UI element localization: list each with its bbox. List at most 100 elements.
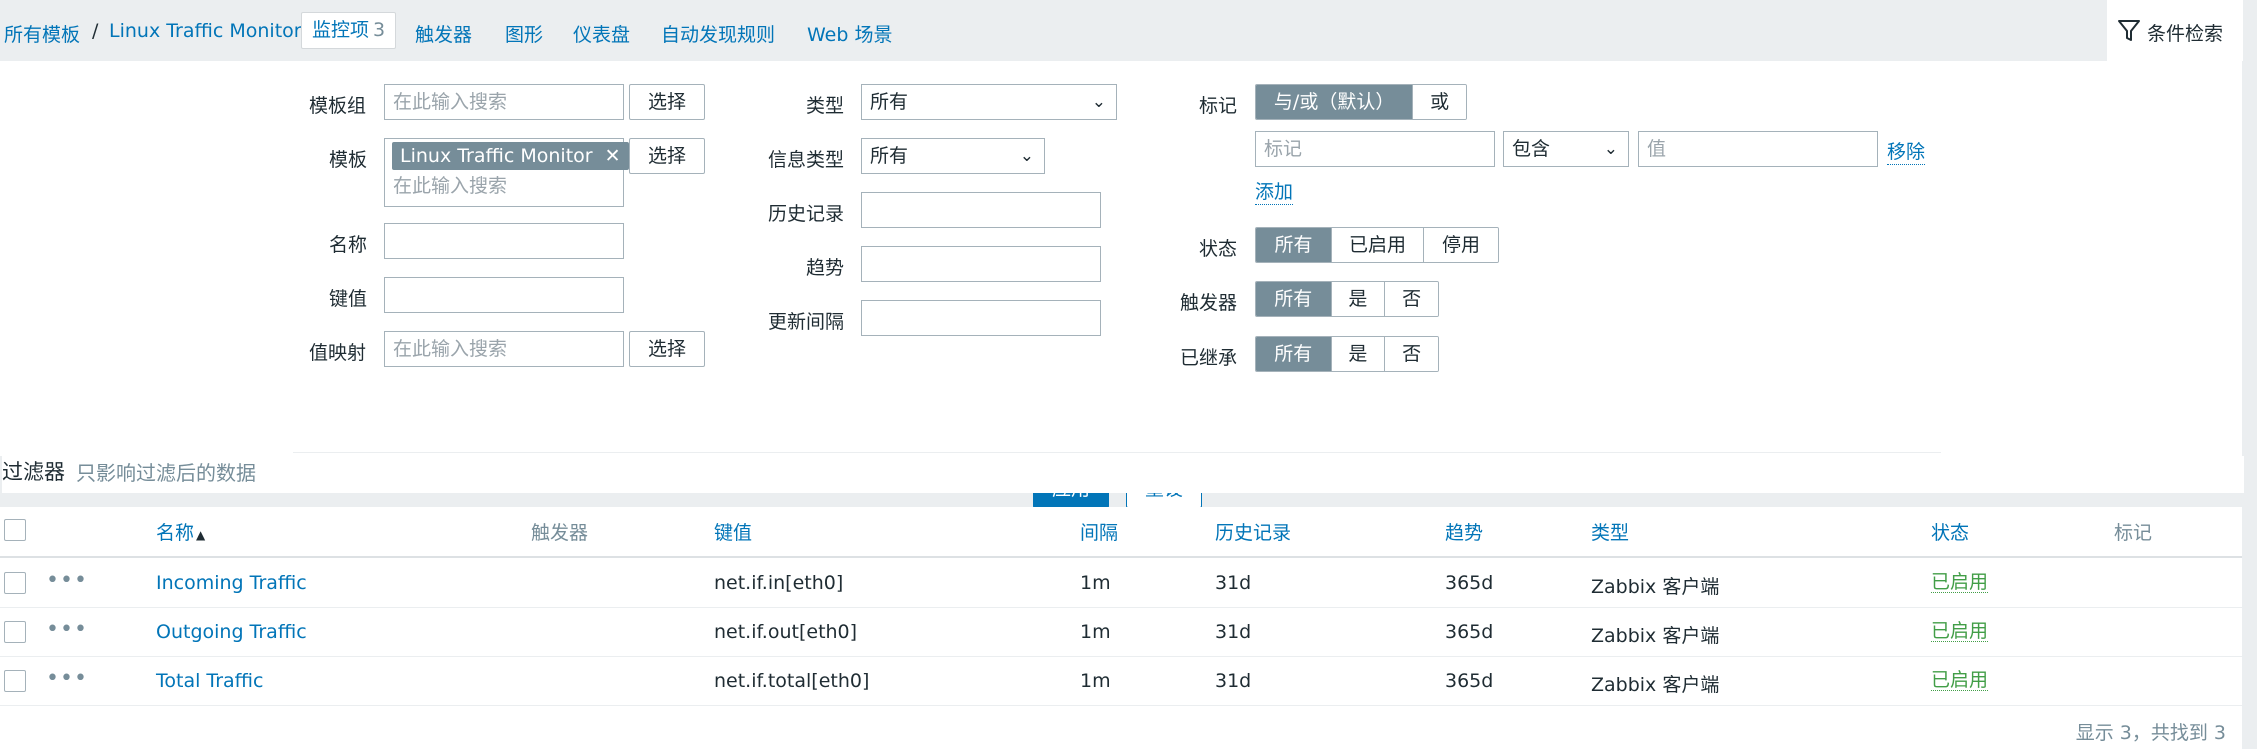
valuemap-input[interactable]: 在此输入搜索 [384,331,624,367]
item-type: Zabbix 客户端 [1591,674,1720,696]
state-option-all[interactable]: 所有 [1256,228,1331,262]
triggers-option-yes[interactable]: 是 [1330,282,1385,316]
select-all-checkbox[interactable] [4,519,26,541]
tab-graphs[interactable]: 图形 [505,20,543,47]
inherited-option-yes[interactable]: 是 [1330,337,1385,371]
item-history: 31d [1215,621,1252,643]
filter-caption-subtitle: 只影响过滤后的数据 [76,461,256,485]
item-name-link[interactable]: Incoming Traffic [156,572,307,594]
column-header-name[interactable]: 名称 ▲ [156,518,205,545]
chevron-down-icon: ⌄ [1091,92,1106,112]
tag-operator-value: 包含 [1512,138,1551,160]
triggers-option-no[interactable]: 否 [1384,282,1438,316]
item-name-link[interactable]: Total Traffic [156,670,264,692]
row-checkbox[interactable] [4,670,26,692]
tab-items-label: 监控项 [312,19,370,41]
item-status-link[interactable]: 已启用 [1931,670,1989,691]
column-header-key[interactable]: 键值 [714,518,752,545]
item-status-link[interactable]: 已启用 [1931,621,1989,642]
tag-remove-link[interactable]: 移除 [1887,137,1926,165]
table-row: ••• Incoming Traffic net.if.in[eth0] 1m … [0,558,2242,608]
item-type: Zabbix 客户端 [1591,576,1720,598]
host-group-select-button[interactable]: 选择 [629,84,705,120]
item-name-link[interactable]: Outgoing Traffic [156,621,307,643]
state-option-disabled[interactable]: 停用 [1423,228,1498,262]
valuemap-label: 值映射 [309,342,367,364]
trends-input[interactable] [861,246,1101,282]
results-count: 显示 3，共找到 3 [2075,722,2226,744]
item-interval: 1m [1080,621,1111,643]
history-label: 历史记录 [768,203,845,225]
filter-divider [293,452,1941,453]
type-label: 类型 [806,95,845,117]
template-chip-label: Linux Traffic Monitor [400,145,593,167]
tags-or-option[interactable]: 或 [1412,85,1466,119]
column-header-status[interactable]: 状态 [1931,518,1969,545]
template-label: 模板 [329,149,368,171]
more-options-icon[interactable]: ••• [46,568,88,593]
tag-operator-select[interactable]: 包含 ⌄ [1503,131,1629,167]
filter-toggle-label: 条件检索 [2147,23,2224,45]
tab-web-scenarios[interactable]: Web 场景 [807,20,892,47]
triggers-label: 触发器 [1180,292,1238,314]
tag-name-input[interactable]: 标记 [1255,131,1495,167]
tag-value-input[interactable]: 值 [1638,131,1878,167]
inherited-option-no[interactable]: 否 [1384,337,1438,371]
row-checkbox[interactable] [4,572,26,594]
update-interval-label: 更新间隔 [768,311,845,333]
row-checkbox[interactable] [4,621,26,643]
tab-dashboards[interactable]: 仪表盘 [573,20,630,47]
name-input[interactable] [384,223,624,259]
column-header-type[interactable]: 类型 [1591,518,1629,545]
trends-label: 趋势 [806,257,845,279]
template-select-button[interactable]: 选择 [629,138,705,174]
tab-discovery-rules[interactable]: 自动发现规则 [661,20,775,47]
table-row: ••• Outgoing Traffic net.if.out[eth0] 1m… [0,607,2242,657]
inherited-option-all[interactable]: 所有 [1256,337,1331,371]
filter-panel: 模板组 在此输入搜索 选择 模板 Linux Traffic Monitor ✕… [0,61,2242,508]
item-type: Zabbix 客户端 [1591,625,1720,647]
info-type-select-value: 所有 [870,145,909,167]
valuemap-select-button[interactable]: 选择 [629,331,705,367]
host-group-input[interactable]: 在此输入搜索 [384,84,624,120]
column-header-trends[interactable]: 趋势 [1445,518,1483,545]
remove-chip-icon[interactable]: ✕ [605,145,621,167]
breadcrumb-template[interactable]: Linux Traffic Monitor [109,20,302,42]
table-row: ••• Total Traffic net.if.total[eth0] 1m … [0,656,2242,706]
key-input[interactable] [384,277,624,313]
info-type-select[interactable]: 所有 ⌄ [861,138,1045,174]
column-header-triggers: 触发器 [531,522,589,544]
item-key: net.if.in[eth0] [714,572,844,594]
type-select[interactable]: 所有 ⌄ [861,84,1117,120]
item-interval: 1m [1080,572,1111,594]
filter-caption-title: 过滤器 [2,460,65,484]
tab-items[interactable]: 监控项 3 [301,12,397,49]
item-trends: 365d [1445,572,1494,594]
history-input[interactable] [861,192,1101,228]
items-table: 名称 ▲ 触发器 键值 间隔 历史记录 趋势 类型 状态 标记 ••• Incom… [0,507,2242,749]
template-input[interactable]: Linux Traffic Monitor ✕ 在此输入搜索 [384,138,629,207]
column-header-tags: 标记 [2114,522,2153,544]
state-option-enabled[interactable]: 已启用 [1331,228,1423,262]
triggers-option-all[interactable]: 所有 [1256,282,1331,316]
tag-add-link[interactable]: 添加 [1255,177,1294,205]
breadcrumb-separator: / [92,20,99,42]
more-options-icon[interactable]: ••• [46,617,88,642]
tab-triggers[interactable]: 触发器 [415,20,472,47]
more-options-icon[interactable]: ••• [46,666,88,691]
type-select-value: 所有 [870,91,909,113]
chevron-down-icon: ⌄ [1603,139,1618,159]
column-header-interval[interactable]: 间隔 [1080,518,1118,545]
template-chip: Linux Traffic Monitor ✕ [392,142,629,170]
sort-ascending-icon: ▲ [196,528,206,542]
triggers-toggle: 所有 是 否 [1255,281,1439,317]
tags-and-or-option[interactable]: 与/或（默认） [1256,85,1413,119]
item-history: 31d [1215,572,1252,594]
column-header-name-label: 名称 [156,522,195,544]
breadcrumb-all-templates[interactable]: 所有模板 [4,20,80,47]
filter-toggle-tab[interactable]: 条件检索 [2106,0,2243,61]
column-header-history[interactable]: 历史记录 [1215,518,1291,545]
state-label: 状态 [1199,238,1238,260]
item-status-link[interactable]: 已启用 [1931,572,1989,593]
update-interval-input[interactable] [861,300,1101,336]
